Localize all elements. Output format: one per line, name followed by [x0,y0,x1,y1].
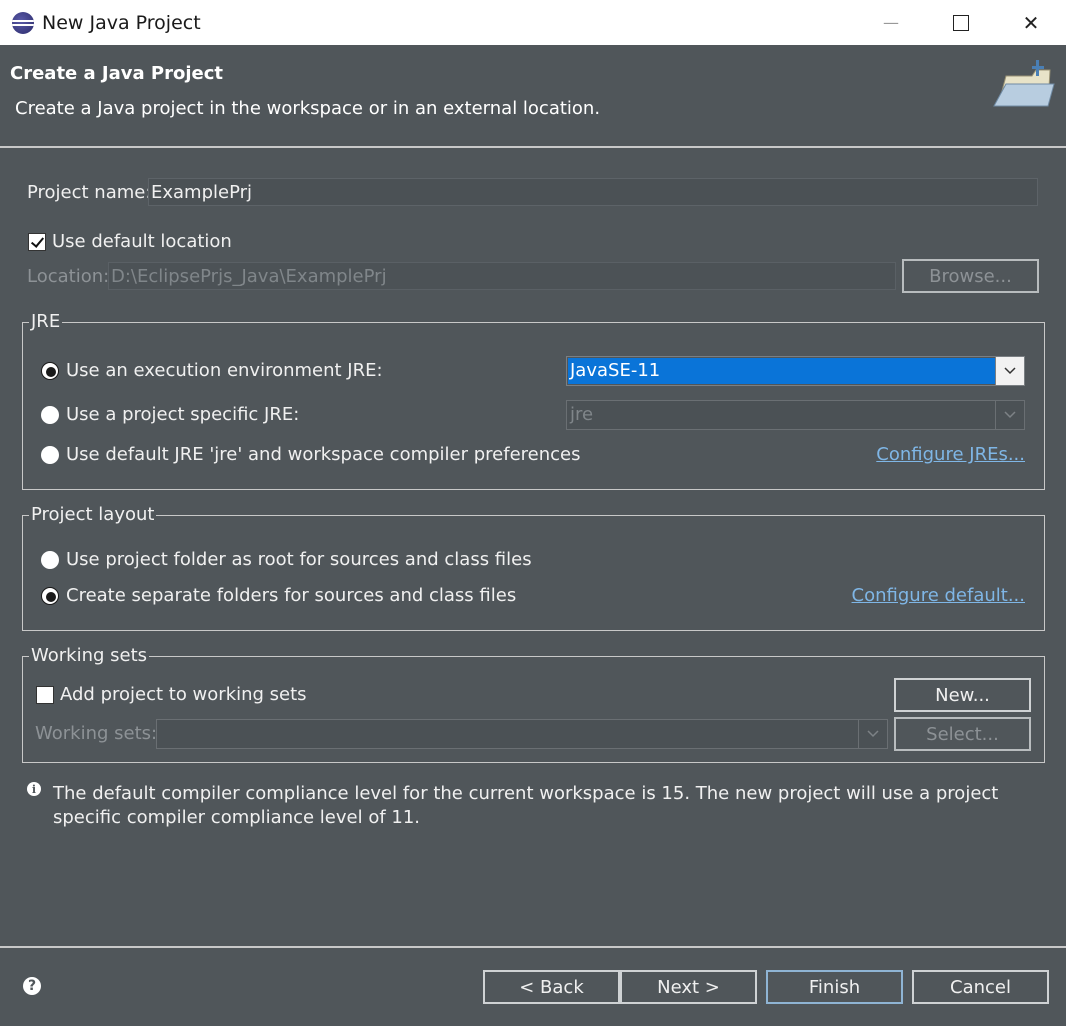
working-sets-select[interactable] [156,719,888,749]
wizard-title: Create a Java Project [10,63,224,84]
location-label: Location: [27,266,110,287]
exec-env-radio[interactable] [41,362,59,380]
configure-default-link[interactable]: Configure default... [852,585,1025,606]
footer-separator [0,946,1066,948]
layout-separate-radio[interactable] [41,587,59,605]
project-specific-jre-label: Use a project specific JRE: [66,404,300,425]
title-bar: New Java Project — ✕ [0,0,1066,45]
wizard-description: Create a Java project in the workspace o… [15,98,601,119]
minimize-icon: — [883,13,899,32]
project-layout-group [22,515,1045,631]
project-specific-jre-radio[interactable] [41,406,59,424]
project-specific-jre-select[interactable]: jre [566,400,1025,430]
project-layout-group-label: Project layout [29,504,157,525]
project-name-label: Project name: [27,182,152,203]
chevron-down-icon [858,720,887,748]
working-sets-label: Working sets: [35,723,158,744]
maximize-icon [953,14,969,31]
exec-env-label: Use an execution environment JRE: [66,360,383,381]
chevron-down-icon [995,401,1024,429]
compliance-info-message: The default compiler compliance level fo… [53,783,999,828]
configure-jres-link[interactable]: Configure JREs... [876,444,1025,465]
back-button[interactable]: < Back [483,970,620,1004]
layout-root-label: Use project folder as root for sources a… [66,549,532,570]
working-sets-group-label: Working sets [29,645,150,666]
close-button[interactable]: ✕ [996,0,1066,45]
add-to-working-sets-checkbox[interactable] [36,686,54,704]
chevron-down-icon [995,357,1024,385]
minimize-button[interactable]: — [856,0,926,45]
project-name-input[interactable]: ExamplePrj [148,178,1038,206]
help-icon[interactable]: ? [23,977,41,995]
exec-env-select[interactable]: JavaSE-11 [566,356,1025,386]
new-java-project-banner-icon [993,60,1055,107]
close-icon: ✕ [1022,10,1040,35]
exec-env-value: JavaSE-11 [568,358,996,384]
use-default-location-checkbox[interactable] [28,233,46,251]
layout-root-radio[interactable] [41,551,59,569]
window-title: New Java Project [42,11,201,34]
default-jre-label: Use default JRE 'jre' and workspace comp… [66,444,581,465]
browse-button[interactable]: Browse... [902,259,1039,293]
info-icon: i [27,782,41,796]
header-separator [0,146,1066,148]
default-jre-radio[interactable] [41,446,59,464]
next-button[interactable]: Next > [620,970,757,1004]
new-working-set-button[interactable]: New... [894,678,1031,712]
finish-button[interactable]: Finish [766,970,903,1004]
use-default-location-label: Use default location [52,231,232,252]
cancel-button[interactable]: Cancel [912,970,1049,1004]
maximize-button[interactable] [926,0,996,45]
project-specific-jre-value: jre [570,404,594,425]
add-to-working-sets-label: Add project to working sets [60,684,307,705]
working-sets-value [158,721,859,747]
eclipse-icon [12,11,34,34]
location-input[interactable]: D:\EclipsePrjs_Java\ExamplePrj [108,262,896,290]
jre-group-label: JRE [29,311,63,332]
wizard-header: Create a Java Project Create a Java proj… [0,45,1066,145]
layout-separate-label: Create separate folders for sources and … [66,585,517,606]
select-working-sets-button[interactable]: Select... [894,717,1031,751]
